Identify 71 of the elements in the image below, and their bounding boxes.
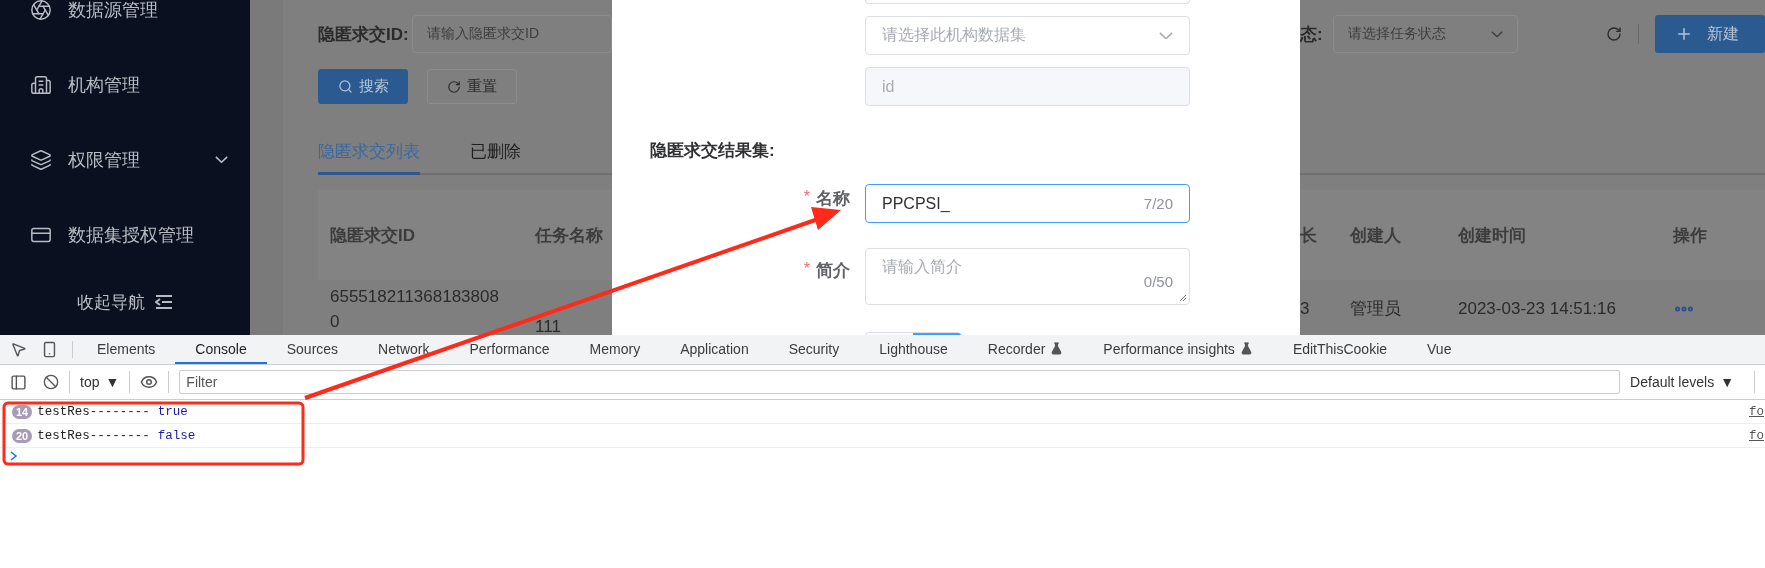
column-header: 任务名称	[535, 224, 604, 247]
devtools-tab[interactable]: Console	[175, 335, 267, 364]
prompt-icon	[10, 451, 18, 461]
sidebar-item[interactable]: 权限管理	[0, 122, 250, 197]
tab[interactable]: 已删除	[470, 130, 521, 175]
devtools-tab[interactable]: Sources	[266, 335, 359, 364]
devtools-tab[interactable]: Vue	[1407, 335, 1472, 364]
new-button[interactable]: 新建	[1655, 15, 1765, 53]
chevron-icon	[1490, 30, 1503, 38]
filter-label: 态:	[1300, 23, 1323, 46]
table-cell-text: 3	[1300, 298, 1311, 320]
devtools-tab[interactable]: Memory	[569, 335, 661, 364]
filter-label: 隐匿求交ID:	[318, 23, 410, 46]
search-button[interactable]: 搜索	[318, 69, 408, 104]
menu-icon	[30, 0, 52, 21]
log-text: testRes--------	[37, 428, 150, 443]
refresh-icon[interactable]	[1606, 26, 1622, 42]
devtools-tab[interactable]: Performance	[449, 335, 570, 364]
plus-icon	[1675, 25, 1693, 43]
section-title: 隐匿求交结果集:	[650, 140, 776, 162]
required-mark: *	[803, 260, 810, 278]
collapse-icon	[155, 294, 173, 310]
flask-icon	[1050, 342, 1064, 355]
chevron-icon	[1159, 31, 1173, 40]
menu-icon	[30, 73, 52, 96]
column-header: 长	[1300, 224, 1318, 247]
collapse-nav-button[interactable]: 收起导航	[0, 272, 250, 332]
devtools-tab[interactable]: EditThisCookie	[1272, 335, 1408, 364]
required-mark: *	[803, 188, 810, 206]
column-header: 创建时间	[1458, 224, 1527, 247]
column-header: 隐匿求交ID	[330, 224, 416, 247]
column-header: 操作	[1673, 224, 1708, 247]
sidebar-item[interactable]: 数据源管理	[0, 0, 250, 47]
devtools-tab[interactable]: Recorder	[967, 335, 1084, 364]
devtools-tab[interactable]: Security	[768, 335, 860, 364]
table-cell-text: 管理员	[1350, 298, 1402, 320]
devtools-tab[interactable]: Lighthouse	[859, 335, 968, 364]
flask-icon	[1239, 342, 1253, 355]
log-value: false	[157, 428, 196, 443]
inspect-icon[interactable]	[10, 341, 27, 358]
sidebar-toggle-icon[interactable]	[10, 373, 27, 391]
device-icon[interactable]	[41, 341, 58, 358]
chevron-icon	[215, 155, 228, 164]
clear-icon[interactable]	[43, 374, 59, 390]
field-label: 简介	[816, 260, 850, 282]
resize-icon	[1179, 294, 1187, 302]
source-link[interactable]: fo	[1749, 428, 1764, 443]
context-select[interactable]: top ▼	[80, 374, 120, 390]
repeat-count: 20	[12, 428, 33, 443]
eye-icon[interactable]	[140, 373, 159, 391]
menu-icon	[30, 148, 52, 171]
reset-button[interactable]: 重置	[427, 69, 517, 104]
source-link[interactable]: fo	[1749, 404, 1764, 419]
devtools-tab[interactable]: Performance insights	[1083, 335, 1273, 364]
table-cell-text: 6555182113681838080	[330, 286, 500, 333]
sidebar-item[interactable]: 机构管理	[0, 47, 250, 122]
refresh-icon	[447, 79, 461, 94]
column-header: 创建人	[1350, 224, 1402, 247]
table-cell-text: 2023-03-23 14:51:16	[1458, 298, 1617, 320]
table-cell-text: 111	[535, 319, 562, 335]
log-text: testRes--------	[37, 404, 150, 419]
name-input[interactable]: PPCPSI_ 7/20	[865, 184, 1190, 223]
filter-input[interactable]: Filter	[179, 370, 1621, 394]
devtools-tab[interactable]: Elements	[77, 335, 176, 364]
sidebar-item[interactable]: 数据集授权管理	[0, 197, 250, 272]
levels-select[interactable]: Default levels ▼	[1620, 374, 1744, 390]
search-icon	[337, 79, 353, 94]
devtools-tab[interactable]: Network	[358, 335, 450, 364]
field-label: 名称	[816, 188, 850, 210]
devtools-tab[interactable]: Application	[660, 335, 769, 364]
log-value: true	[157, 404, 188, 419]
